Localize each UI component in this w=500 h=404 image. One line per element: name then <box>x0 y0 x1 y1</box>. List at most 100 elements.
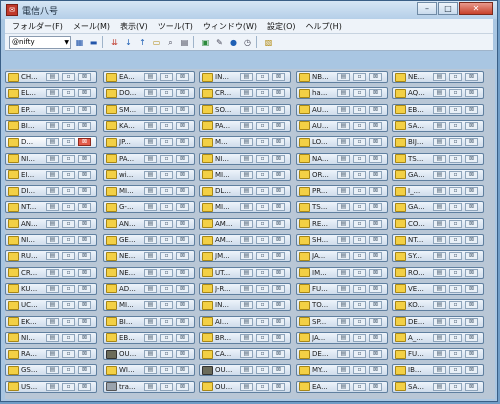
close-tile-icon[interactable]: ⊠ <box>465 268 478 277</box>
minimize-tile-icon[interactable]: ▫ <box>353 333 366 342</box>
close-tile-icon[interactable]: ⊠ <box>176 154 189 163</box>
folder-tile[interactable]: JA... ▤ ▫ ⊠ <box>296 331 388 344</box>
folder-tile[interactable]: EB... ▤ ▫ ⊠ <box>103 331 195 344</box>
open-mail-icon[interactable]: ▤ <box>337 170 350 179</box>
minimize-tile-icon[interactable]: ▫ <box>353 301 366 310</box>
notepad-icon[interactable]: ▧ <box>263 37 274 48</box>
close-tile-icon[interactable]: ⊠ <box>176 252 189 261</box>
folder-tile[interactable]: WI... ▤ ▫ ⊠ <box>103 364 195 377</box>
open-mail-icon[interactable]: ▤ <box>46 284 59 293</box>
minimize-tile-icon[interactable]: ▫ <box>256 284 269 293</box>
folder-tile[interactable]: DO... ▤ ▫ ⊠ <box>103 87 195 100</box>
minimize-tile-icon[interactable]: ▫ <box>256 317 269 326</box>
minimize-tile-icon[interactable]: ▫ <box>160 73 173 81</box>
open-mail-icon[interactable]: ▤ <box>144 73 157 81</box>
open-mail-icon[interactable]: ▤ <box>144 121 157 130</box>
open-mail-icon[interactable]: ▤ <box>46 89 59 98</box>
folder-tile[interactable]: RU... ▤ ▫ ⊠ <box>5 250 97 263</box>
minimize-tile-icon[interactable]: ▫ <box>449 317 462 326</box>
open-mail-icon[interactable]: ▤ <box>46 138 59 147</box>
maximize-button[interactable]: □ <box>438 2 458 15</box>
minimize-tile-icon[interactable]: ▫ <box>62 301 75 310</box>
open-mail-icon[interactable]: ▤ <box>433 317 446 326</box>
open-mail-icon[interactable]: ▤ <box>240 350 253 359</box>
minimize-tile-icon[interactable]: ▫ <box>353 284 366 293</box>
close-tile-icon[interactable]: ⊠ <box>465 203 478 212</box>
folder-tile[interactable]: SO... ▤ ▫ ⊠ <box>199 103 291 116</box>
close-tile-icon[interactable]: ⊠ <box>465 73 478 81</box>
folder-tile[interactable]: NI... ▤ ▫ ⊠ <box>5 152 97 165</box>
folder-tile[interactable]: GE... ▤ ▫ ⊠ <box>103 234 195 246</box>
minimize-tile-icon[interactable]: ▫ <box>353 382 366 391</box>
open-mail-icon[interactable]: ▤ <box>240 268 253 277</box>
open-mail-icon[interactable]: ▤ <box>433 203 446 212</box>
minimize-tile-icon[interactable]: ▫ <box>449 121 462 130</box>
open-mail-icon[interactable]: ▤ <box>46 73 59 81</box>
close-tile-icon[interactable]: ⊠ <box>272 236 285 244</box>
open-mail-icon[interactable]: ▤ <box>240 301 253 310</box>
open-mail-icon[interactable]: ▤ <box>433 121 446 130</box>
folder-tile[interactable]: EA... ▤ ▫ ⊠ <box>103 71 195 83</box>
minimize-tile-icon[interactable]: ▫ <box>256 236 269 244</box>
open-mail-icon[interactable]: ▤ <box>144 105 157 114</box>
open-mail-icon[interactable]: ▤ <box>46 121 59 130</box>
close-tile-icon[interactable]: ⊠ <box>78 252 91 261</box>
close-tile-icon[interactable]: ⊠ <box>369 170 382 179</box>
address-book-icon[interactable]: ▭ <box>151 37 162 48</box>
folder-tile[interactable]: MI... ▤ ▫ ⊠ <box>103 185 195 198</box>
open-mail-icon[interactable]: ▤ <box>240 187 253 196</box>
open-mail-icon[interactable]: ▤ <box>433 301 446 310</box>
open-mail-icon[interactable]: ▤ <box>337 382 350 391</box>
close-tile-icon[interactable]: ⊠ <box>176 105 189 114</box>
print-icon[interactable]: ▦ <box>74 37 85 48</box>
minimize-tile-icon[interactable]: ▫ <box>160 121 173 130</box>
minimize-tile-icon[interactable]: ▫ <box>256 89 269 98</box>
minimize-tile-icon[interactable]: ▫ <box>353 105 366 114</box>
close-tile-icon[interactable]: ⊠ <box>369 105 382 114</box>
folder-tile[interactable]: M... ▤ ▫ ⊠ <box>199 136 291 149</box>
open-mail-icon[interactable]: ▤ <box>144 333 157 342</box>
folder-tile[interactable]: JA... ▤ ▫ ⊠ <box>296 250 388 263</box>
open-mail-icon[interactable]: ▤ <box>433 382 446 391</box>
open-mail-icon[interactable]: ▤ <box>144 138 157 147</box>
open-mail-icon[interactable]: ▤ <box>46 105 59 114</box>
folder-tile[interactable]: FU... ▤ ▫ ⊠ <box>296 282 388 295</box>
folder-tile[interactable]: PA... ▤ ▫ ⊠ <box>103 152 195 165</box>
minimize-tile-icon[interactable]: ▫ <box>160 268 173 277</box>
close-tile-icon[interactable]: ⊠ <box>465 317 478 326</box>
open-mail-icon[interactable]: ▤ <box>433 268 446 277</box>
minimize-tile-icon[interactable]: ▫ <box>449 203 462 212</box>
close-tile-icon[interactable]: ⊠ <box>78 105 91 114</box>
open-mail-icon[interactable]: ▤ <box>433 236 446 244</box>
close-tile-icon[interactable]: ⊠ <box>78 382 91 391</box>
folder-tile[interactable]: FU... ▤ ▫ ⊠ <box>392 348 484 361</box>
close-tile-icon[interactable]: ⊠ <box>465 105 478 114</box>
open-mail-icon[interactable]: ▤ <box>433 333 446 342</box>
close-tile-icon[interactable]: ⊠ <box>369 382 382 391</box>
minimize-tile-icon[interactable]: ▫ <box>62 154 75 163</box>
minimize-tile-icon[interactable]: ▫ <box>160 366 173 375</box>
folder-tile[interactable]: MY... ▤ ▫ ⊠ <box>296 364 388 377</box>
folder-tile[interactable]: CR... ▤ ▫ ⊠ <box>199 87 291 100</box>
close-tile-icon[interactable]: ⊠ <box>272 187 285 196</box>
close-tile-icon[interactable]: ⊠ <box>272 121 285 130</box>
folder-tile[interactable]: IN... ▤ ▫ ⊠ <box>199 71 291 83</box>
open-mail-icon[interactable]: ▤ <box>240 138 253 147</box>
open-mail-icon[interactable]: ▤ <box>337 121 350 130</box>
close-tile-icon[interactable]: ⊠ <box>272 73 285 81</box>
open-mail-icon[interactable]: ▤ <box>46 219 59 228</box>
folder-tile[interactable]: D... ▤ ▫ ⊠ <box>5 136 97 149</box>
download-icon[interactable]: ↓ <box>123 37 134 48</box>
open-mail-icon[interactable]: ▤ <box>240 73 253 81</box>
minimize-tile-icon[interactable]: ▫ <box>449 382 462 391</box>
open-mail-icon[interactable]: ▤ <box>144 268 157 277</box>
folder-tile[interactable]: MI... ▤ ▫ ⊠ <box>103 299 195 312</box>
minimize-tile-icon[interactable]: ▫ <box>160 154 173 163</box>
layout-icon[interactable]: ▬ <box>88 37 99 48</box>
close-tile-icon[interactable]: ⊠ <box>78 301 91 310</box>
minimize-tile-icon[interactable]: ▫ <box>160 252 173 261</box>
globe-icon[interactable]: ● <box>228 37 239 48</box>
close-tile-icon[interactable]: ⊠ <box>176 170 189 179</box>
close-tile-icon[interactable]: ⊠ <box>369 317 382 326</box>
close-tile-icon[interactable]: ⊠ <box>369 252 382 261</box>
